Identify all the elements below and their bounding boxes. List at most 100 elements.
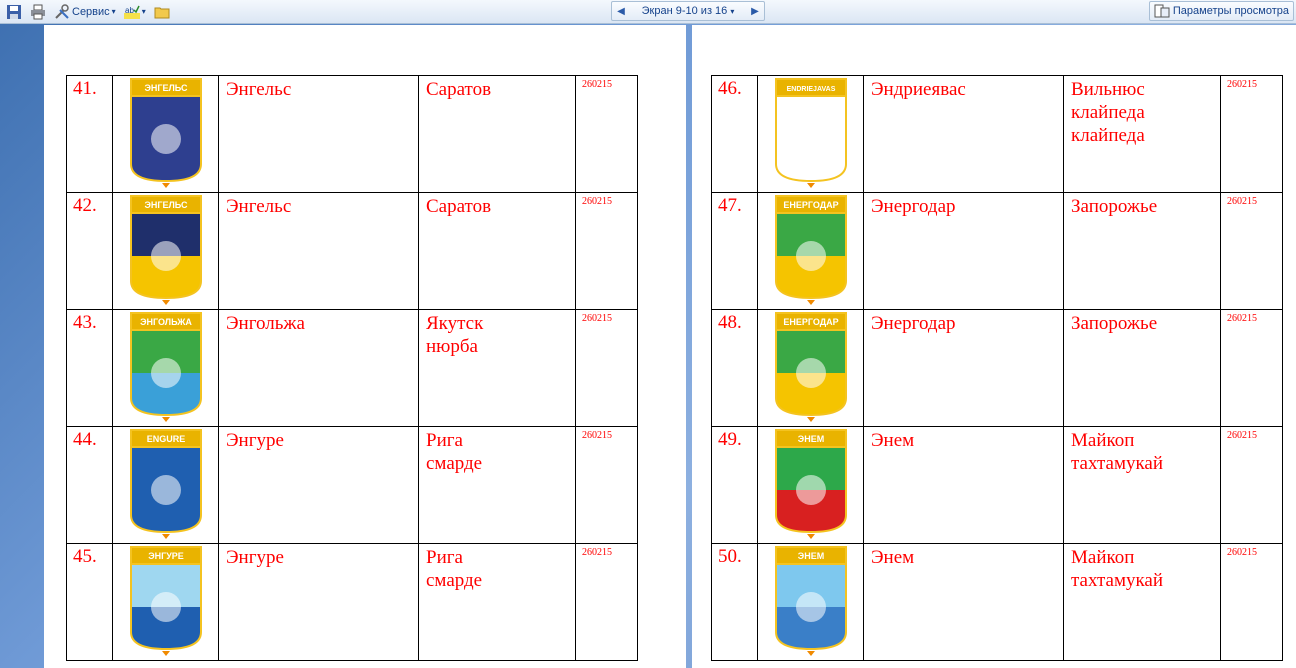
- town-name: Эндриеявас: [863, 75, 1064, 193]
- region-line: Саратов: [426, 196, 492, 217]
- emblem-label: ЭНГЕЛЬС: [144, 200, 188, 210]
- record-code: 260215: [1220, 75, 1283, 193]
- document-page-left: 41. ЭНГЕЛЬС Энгельс Саратов 260215 42. ЭНГЕЛЬС…: [44, 25, 686, 668]
- region-line: тахтамукай: [1071, 570, 1164, 591]
- record-code: 260215: [575, 426, 638, 544]
- emblem-label: ЕНЕРГОДАР: [783, 200, 838, 210]
- town-name: Энгуре: [218, 543, 419, 661]
- emblem-table-left: 41. ЭНГЕЛЬС Энгельс Саратов 260215 42. ЭНГЕЛЬС…: [66, 75, 638, 661]
- emblem-label: ENGURE: [146, 434, 185, 444]
- view-options-icon: [1154, 4, 1170, 18]
- emblem-label: ЭНГЕЛЬС: [144, 83, 188, 93]
- region-line: смарде: [426, 570, 483, 591]
- table-row: 41. ЭНГЕЛЬС Энгельс Саратов 260215: [66, 75, 638, 193]
- row-number: 46.: [711, 75, 758, 193]
- region-line: смарде: [426, 453, 483, 474]
- chevron-down-icon: ▾: [111, 7, 116, 16]
- emblem-label: ЕНЕРГОДАР: [783, 317, 838, 327]
- previous-screen-button[interactable]: ◀: [612, 6, 630, 17]
- arrows-emblem-icon: ЭНЕМ: [774, 429, 847, 539]
- table-row: 50. ЭНЕМ Энем Майкоп тахтамукай 260215: [711, 543, 1283, 661]
- region-cell: Запорожье: [1063, 309, 1221, 427]
- town-name: Энем: [863, 426, 1064, 544]
- emblem-cell: ЭНГОЛЬЖА: [112, 309, 219, 427]
- town-name: Энгуре: [218, 426, 419, 544]
- region-line: Майкоп: [1071, 547, 1135, 568]
- screen-navigator: ◀ Экран 9-10 из 16 ▾ ▶: [611, 1, 765, 21]
- region-line: клайпеда: [1071, 102, 1145, 123]
- town-name: Энергодар: [863, 309, 1064, 427]
- region-line: Рига: [426, 430, 463, 451]
- emblem-label: ЭНГОЛЬЖА: [140, 317, 192, 327]
- region-cell: Запорожье: [1063, 192, 1221, 310]
- emblem-cell: ЕНЕРГОДАР: [757, 192, 864, 310]
- view-options-button[interactable]: Параметры просмотра: [1148, 1, 1294, 21]
- row-number: 48.: [711, 309, 758, 427]
- town-name: Энгельс: [218, 75, 419, 193]
- document-page-right: 46. ENDRIEJAVAS Эндриеявас Вильнюс клайпеда к…: [692, 25, 1296, 668]
- spelling-button[interactable]: ab ▾: [122, 3, 148, 21]
- table-row: 45. ЭНГУРЕ Энгуре Рига смарде 260215: [66, 543, 638, 661]
- record-code: 260215: [1220, 309, 1283, 427]
- open-folder-button[interactable]: [152, 3, 172, 21]
- emblem-label: ENDRIEJAVAS: [786, 86, 835, 93]
- next-screen-button[interactable]: ▶: [746, 6, 764, 17]
- region-line: клайпеда: [1071, 125, 1145, 146]
- svg-text:ab: ab: [125, 6, 134, 15]
- landscape-emblem-icon: ЭНЕМ: [774, 546, 847, 656]
- printer-icon: [31, 4, 45, 19]
- town-name: Энгельс: [218, 192, 419, 310]
- row-number: 43.: [66, 309, 113, 427]
- view-options-label: Параметры просмотра: [1172, 5, 1289, 17]
- region-cell: Саратов: [418, 192, 576, 310]
- sun-emblem-icon: ЕНЕРГОДАР: [774, 312, 847, 422]
- record-code: 260215: [575, 309, 638, 427]
- emblem-cell: ENDRIEJAVAS: [757, 75, 864, 193]
- emblem-cell: ЭНГЕЛЬС: [112, 192, 219, 310]
- emblem-cell: ЭНЕМ: [757, 426, 864, 544]
- save-button[interactable]: [4, 3, 24, 21]
- region-line: нюрба: [426, 336, 478, 357]
- town-name: Энгольжа: [218, 309, 419, 427]
- table-row: 47. ЕНЕРГОДАР Энергодар Запорожье 260215: [711, 192, 1283, 310]
- emblem-cell: ЭНГЕЛЬС: [112, 75, 219, 193]
- table-row: 49. ЭНЕМ Энем Майкоп тахтамукай 260215: [711, 426, 1283, 544]
- region-line: Запорожье: [1071, 313, 1158, 334]
- region-cell: Вильнюс клайпеда клайпеда: [1063, 75, 1221, 193]
- emblem-table-right: 46. ENDRIEJAVAS Эндриеявас Вильнюс клайпеда к…: [711, 75, 1283, 661]
- region-line: тахтамукай: [1071, 453, 1164, 474]
- record-code: 260215: [575, 192, 638, 310]
- emblem-label: ЭНГУРЕ: [148, 551, 184, 561]
- row-number: 49.: [711, 426, 758, 544]
- folder-icon: [154, 7, 170, 18]
- region-line: Рига: [426, 547, 463, 568]
- region-cell: Майкоп тахтамукай: [1063, 543, 1221, 661]
- record-code: 260215: [1220, 192, 1283, 310]
- town-name: Энергодар: [863, 192, 1064, 310]
- table-row: 48. ЕНЕРГОДАР Энергодар Запорожье 260215: [711, 309, 1283, 427]
- chevron-down-icon: ▾: [730, 7, 735, 16]
- region-line: Майкоп: [1071, 430, 1135, 451]
- table-row: 42. ЭНГЕЛЬС Энгельс Саратов 260215: [66, 192, 638, 310]
- region-cell: Рига смарде: [418, 543, 576, 661]
- emblem-label: ЭНЕМ: [797, 551, 823, 561]
- church-emblem-icon: ENDRIEJAVAS: [774, 78, 847, 188]
- save-icon: [7, 4, 21, 19]
- screen-indicator[interactable]: Экран 9-10 из 16 ▾: [642, 5, 735, 17]
- print-button[interactable]: [28, 3, 48, 21]
- region-line: Якутск: [426, 313, 484, 334]
- region-cell: Якутск нюрба: [418, 309, 576, 427]
- emblem-cell: ЭНЕМ: [757, 543, 864, 661]
- service-menu[interactable]: Сервис ▾: [52, 3, 118, 21]
- emblem-label: ЭНЕМ: [797, 434, 823, 444]
- region-cell: Майкоп тахтамукай: [1063, 426, 1221, 544]
- town-name: Энем: [863, 543, 1064, 661]
- tree-emblem-icon: ENGURE: [129, 429, 202, 539]
- tools-icon: [55, 3, 69, 19]
- preview-toolbar: Сервис ▾ ab ▾ ◀ Экран 9-10 из 16 ▾ ▶ Пар…: [0, 0, 1296, 24]
- row-number: 42.: [66, 192, 113, 310]
- region-line: Саратов: [426, 79, 492, 100]
- record-code: 260215: [1220, 426, 1283, 544]
- region-line: Вильнюс: [1071, 79, 1145, 100]
- screen-indicator-label: Экран 9-10 из 16: [641, 5, 728, 17]
